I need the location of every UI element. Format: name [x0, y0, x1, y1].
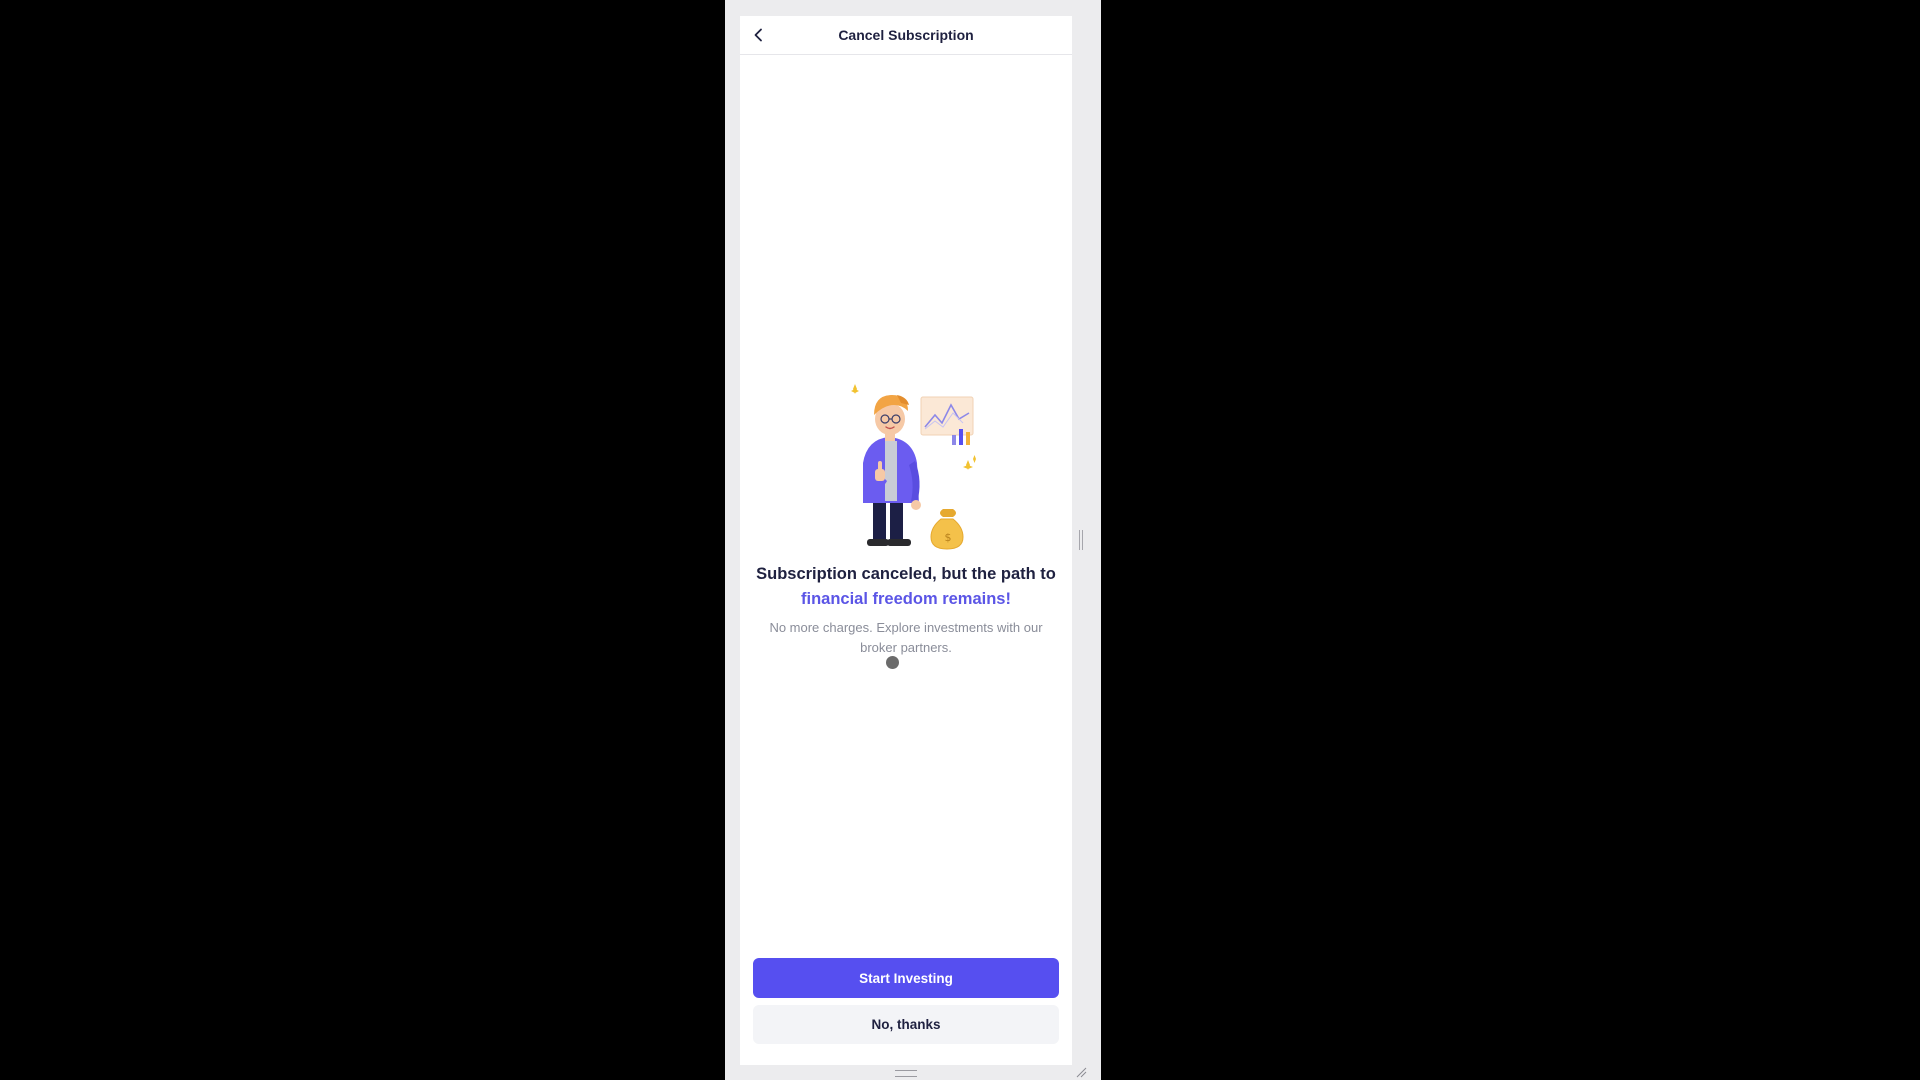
app-screen: Cancel Subscription $ Subscription cance… — [740, 16, 1072, 1065]
resize-grip-icon[interactable] — [1075, 1066, 1087, 1078]
headline-accent-text: financial freedom remains! — [801, 590, 1011, 608]
svg-text:$: $ — [945, 531, 952, 544]
confirmation-headline: Subscription canceled, but the path to f… — [750, 562, 1062, 612]
bottom-resize-handle[interactable] — [895, 1070, 917, 1077]
phone-frame: Cancel Subscription $ Subscription cance… — [725, 0, 1101, 1080]
chevron-left-icon — [754, 28, 762, 42]
headline-text: Subscription canceled, but the path to — [756, 565, 1056, 583]
no-thanks-button[interactable]: No, thanks — [753, 1005, 1059, 1044]
side-resize-handle[interactable] — [1078, 530, 1084, 550]
start-investing-button[interactable]: Start Investing — [753, 958, 1059, 998]
top-bar: Cancel Subscription — [740, 16, 1072, 55]
back-button[interactable] — [748, 24, 770, 46]
touch-cursor-indicator — [886, 656, 899, 669]
page-title: Cancel Subscription — [838, 27, 974, 43]
person-thumbs-up-investing-icon: $ — [851, 384, 976, 550]
confirmation-subtext: No more charges. Explore investments wit… — [769, 620, 1043, 655]
